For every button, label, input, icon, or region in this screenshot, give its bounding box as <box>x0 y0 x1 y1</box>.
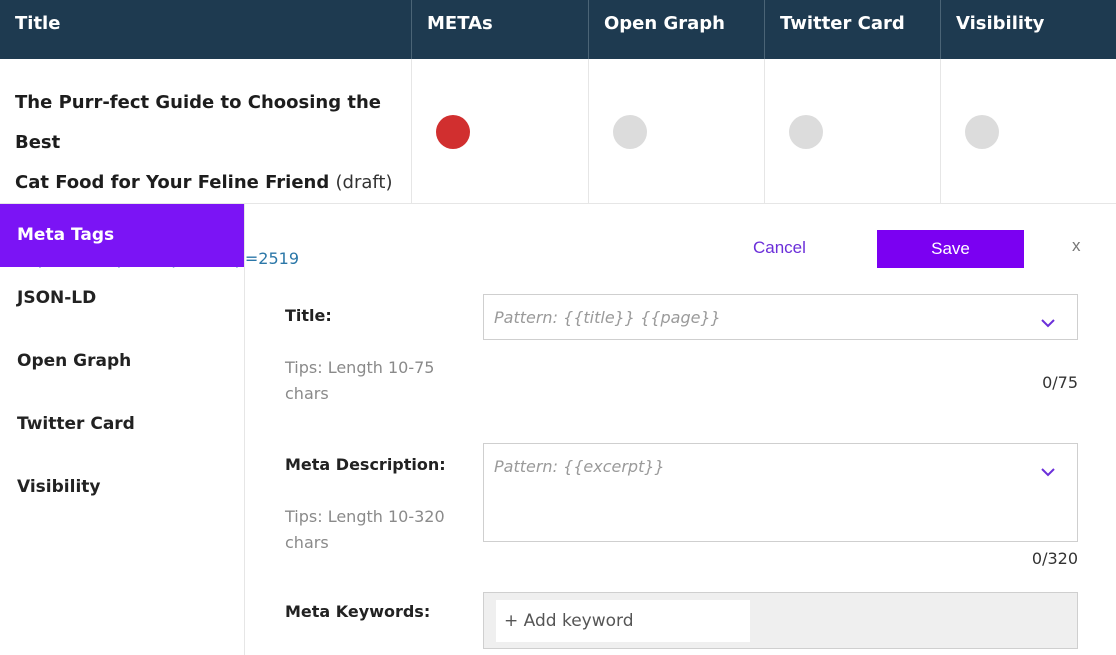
cancel-button[interactable]: Cancel <box>753 234 806 262</box>
post-title-line2: Cat Food for Your Feline Friend <box>15 172 330 193</box>
keywords-container <box>483 592 1078 649</box>
twitter-card-cell <box>765 59 941 204</box>
title-placeholder: Pattern: {{title}} {{page}} <box>494 308 721 327</box>
description-placeholder: Pattern: {{excerpt}} <box>494 457 665 476</box>
column-header-metas[interactable]: METAs <box>412 0 589 59</box>
tab-twitter-card[interactable]: Twitter Card <box>0 393 244 456</box>
description-tips: Tips: Length 10-320 chars <box>285 507 445 552</box>
description-field-label: Meta Description: <box>285 455 446 474</box>
post-cell: The Purr-fect Guide to Choosing the Best… <box>0 59 412 268</box>
keywords-field-label: Meta Keywords: <box>285 602 431 621</box>
tab-visibility[interactable]: Visibility <box>0 456 244 519</box>
post-status: (draft) <box>335 172 393 193</box>
table-header: Title METAs Open Graph Twitter Card Visi… <box>0 0 1116 59</box>
visibility-cell <box>941 59 1116 204</box>
tab-meta-tags[interactable]: Meta Tags <box>0 204 244 267</box>
column-header-visibility[interactable]: Visibility <box>941 0 1116 59</box>
open-graph-cell <box>589 59 765 204</box>
column-header-title[interactable]: Title <box>0 0 412 59</box>
metas-cell <box>412 59 589 204</box>
tab-open-graph[interactable]: Open Graph <box>0 330 244 393</box>
title-char-counter: 0/75 <box>1042 373 1078 392</box>
description-char-counter: 0/320 <box>1031 549 1078 568</box>
column-header-open-graph[interactable]: Open Graph <box>589 0 765 59</box>
metas-status-dot <box>436 115 470 149</box>
visibility-status-dot <box>965 115 999 149</box>
table-row: The Purr-fect Guide to Choosing the Best… <box>0 59 1116 268</box>
add-keyword-input[interactable] <box>496 600 750 642</box>
description-input[interactable]: Pattern: {{excerpt}} <box>483 443 1078 542</box>
post-title-line1: The Purr-fect Guide to Choosing the Best <box>15 92 381 153</box>
close-button[interactable]: x <box>1072 236 1081 256</box>
meta-tags-panel: Cancel Save x Title: Tips: Length 10-75 … <box>245 204 1116 655</box>
column-header-twitter-card[interactable]: Twitter Card <box>765 0 941 59</box>
save-button[interactable]: Save <box>877 230 1024 268</box>
twitter-card-status-dot <box>789 115 823 149</box>
chevron-down-icon[interactable] <box>1041 462 1055 481</box>
chevron-down-icon[interactable] <box>1041 313 1055 332</box>
open-graph-status-dot <box>613 115 647 149</box>
tab-json-ld[interactable]: JSON-LD <box>0 267 244 330</box>
title-tips: Tips: Length 10-75 chars <box>285 358 435 403</box>
title-input[interactable]: Pattern: {{title}} {{page}} <box>483 294 1078 340</box>
settings-sidebar: Meta Tags JSON-LD Open Graph Twitter Car… <box>0 204 245 655</box>
title-field-label: Title: <box>285 306 332 325</box>
